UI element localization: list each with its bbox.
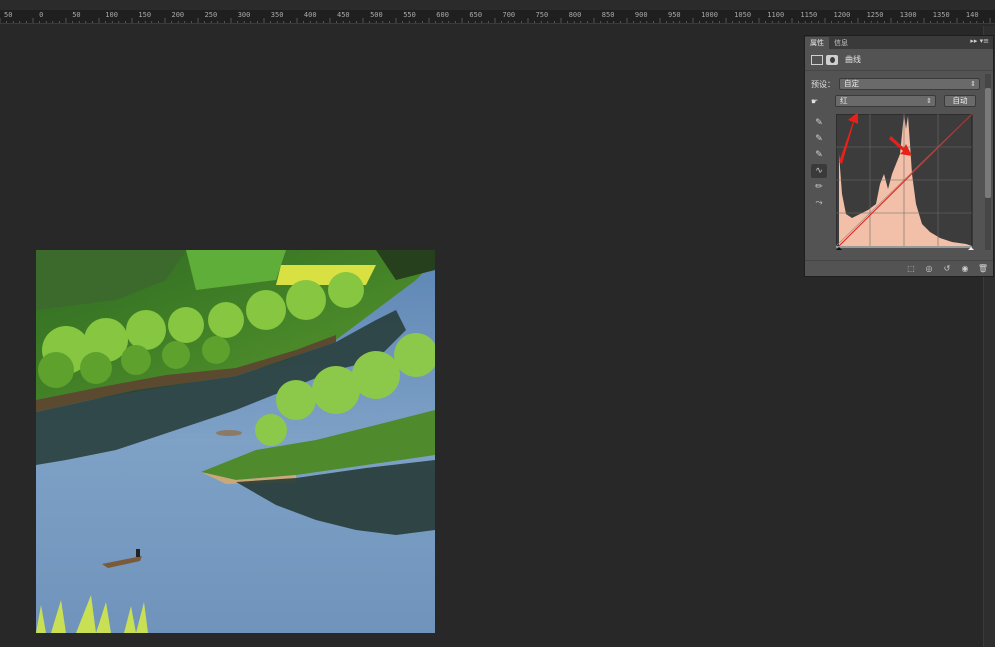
curves-graph[interactable] [836, 114, 974, 250]
preset-row: 预设： 自定 ⇕ [811, 78, 980, 90]
ruler-label: 140 [965, 11, 979, 19]
gray-eyedropper-icon[interactable]: ✎ [811, 132, 827, 146]
ruler-label: 550 [403, 11, 416, 19]
smooth-icon[interactable]: ⤳ [811, 196, 827, 210]
options-bar-strip [0, 0, 995, 10]
curves-header: 曲线 [805, 49, 993, 71]
ruler-label: 900 [634, 11, 648, 19]
ruler-label: 800 [568, 11, 582, 19]
channel-value: 红 [840, 96, 848, 105]
channel-dropdown[interactable]: 红 ⇕ [835, 95, 936, 107]
output-gradient-bar [836, 246, 972, 248]
channel-row: ☛ 红 ⇕ 自动 [811, 95, 976, 107]
tab-info[interactable]: 信息 [829, 37, 853, 49]
ruler-label: 1350 [932, 11, 950, 19]
reset-icon[interactable]: ↺ [941, 264, 953, 273]
ruler-label: 0 [39, 11, 44, 19]
ruler-label: 200 [171, 11, 185, 19]
tab-properties[interactable]: 属性 [805, 37, 829, 49]
ruler-label: 850 [601, 11, 615, 19]
ruler-label: 1200 [833, 11, 851, 19]
properties-panel: 属性 信息 ▸▸ ▾≡ 曲线 预设： 自定 ⇕ ☛ 红 ⇕ 自动 ✎ ✎ ✎ ∿… [804, 35, 994, 277]
visibility-eye-icon[interactable]: ◉ [959, 264, 971, 273]
ruler-label: 350 [270, 11, 284, 19]
ruler-label: 50 [72, 11, 81, 19]
trash-icon[interactable]: 🗑 [977, 264, 989, 273]
ruler-label: 250 [204, 11, 218, 19]
ruler-label: 1100 [767, 11, 785, 19]
clip-to-layer-icon[interactable]: ⬚ [905, 264, 917, 273]
ruler-label: 950 [668, 11, 681, 19]
ruler-label: 150 [138, 11, 152, 19]
pencil-icon[interactable]: ✏ [811, 180, 827, 194]
photoshop-workspace: 50 0 50 100 150 200 250 300 350 400 450 500 550 600 65… [0, 0, 995, 647]
ruler-label: 1000 [701, 11, 718, 19]
auto-button[interactable]: 自动 [944, 95, 976, 107]
ruler-label: 1300 [899, 11, 917, 19]
document-canvas-image[interactable] [36, 250, 435, 633]
panel-menu-icon[interactable]: ▸▸ ▾≡ [970, 37, 989, 45]
curves-adjustment-icon[interactable] [811, 54, 823, 65]
ruler-label: 100 [105, 11, 118, 19]
ruler-label: 650 [469, 11, 483, 19]
landscape-photo [36, 250, 435, 633]
ruler-label: 1150 [800, 11, 818, 19]
layer-mask-icon[interactable] [826, 54, 838, 65]
ruler-label: 1250 [866, 11, 884, 19]
ruler-label: 500 [370, 11, 383, 19]
horizontal-ruler[interactable]: 50 0 50 100 150 200 250 300 350 400 450 500 550 600 65… [0, 10, 995, 24]
panel-footer: ⬚ ◎ ↺ ◉ 🗑 [805, 260, 993, 276]
on-image-adjust-icon[interactable]: ☛ [811, 97, 833, 106]
preset-dropdown[interactable]: 自定 ⇕ [839, 78, 980, 90]
ruler-label: 700 [502, 11, 516, 19]
view-previous-state-icon[interactable]: ◎ [923, 264, 935, 273]
white-eyedropper-icon[interactable]: ✎ [811, 148, 827, 162]
ruler-label: 1050 [734, 11, 752, 19]
ruler-label: 400 [303, 11, 317, 19]
curve-tools: ✎ ✎ ✎ ∿ ✏ ⤳ [811, 116, 827, 212]
preset-value: 自定 [844, 79, 859, 88]
preset-label: 预设： [811, 79, 835, 89]
ruler-label: 450 [337, 11, 350, 19]
panel-tab-bar: 属性 信息 ▸▸ ▾≡ [805, 36, 993, 49]
ruler-label: 300 [237, 11, 251, 19]
ruler-label: 750 [535, 11, 549, 19]
panel-title: 曲线 [845, 55, 861, 64]
channel-dropdown-arrows-icon: ⇕ [926, 97, 932, 105]
curve-point-icon[interactable]: ∿ [811, 164, 827, 178]
ruler-label: 600 [436, 11, 449, 19]
black-eyedropper-icon[interactable]: ✎ [811, 116, 827, 130]
dropdown-arrows-icon: ⇕ [970, 80, 976, 88]
panel-scrollbar-thumb[interactable] [985, 88, 991, 198]
ruler-label: 50 [4, 11, 13, 19]
